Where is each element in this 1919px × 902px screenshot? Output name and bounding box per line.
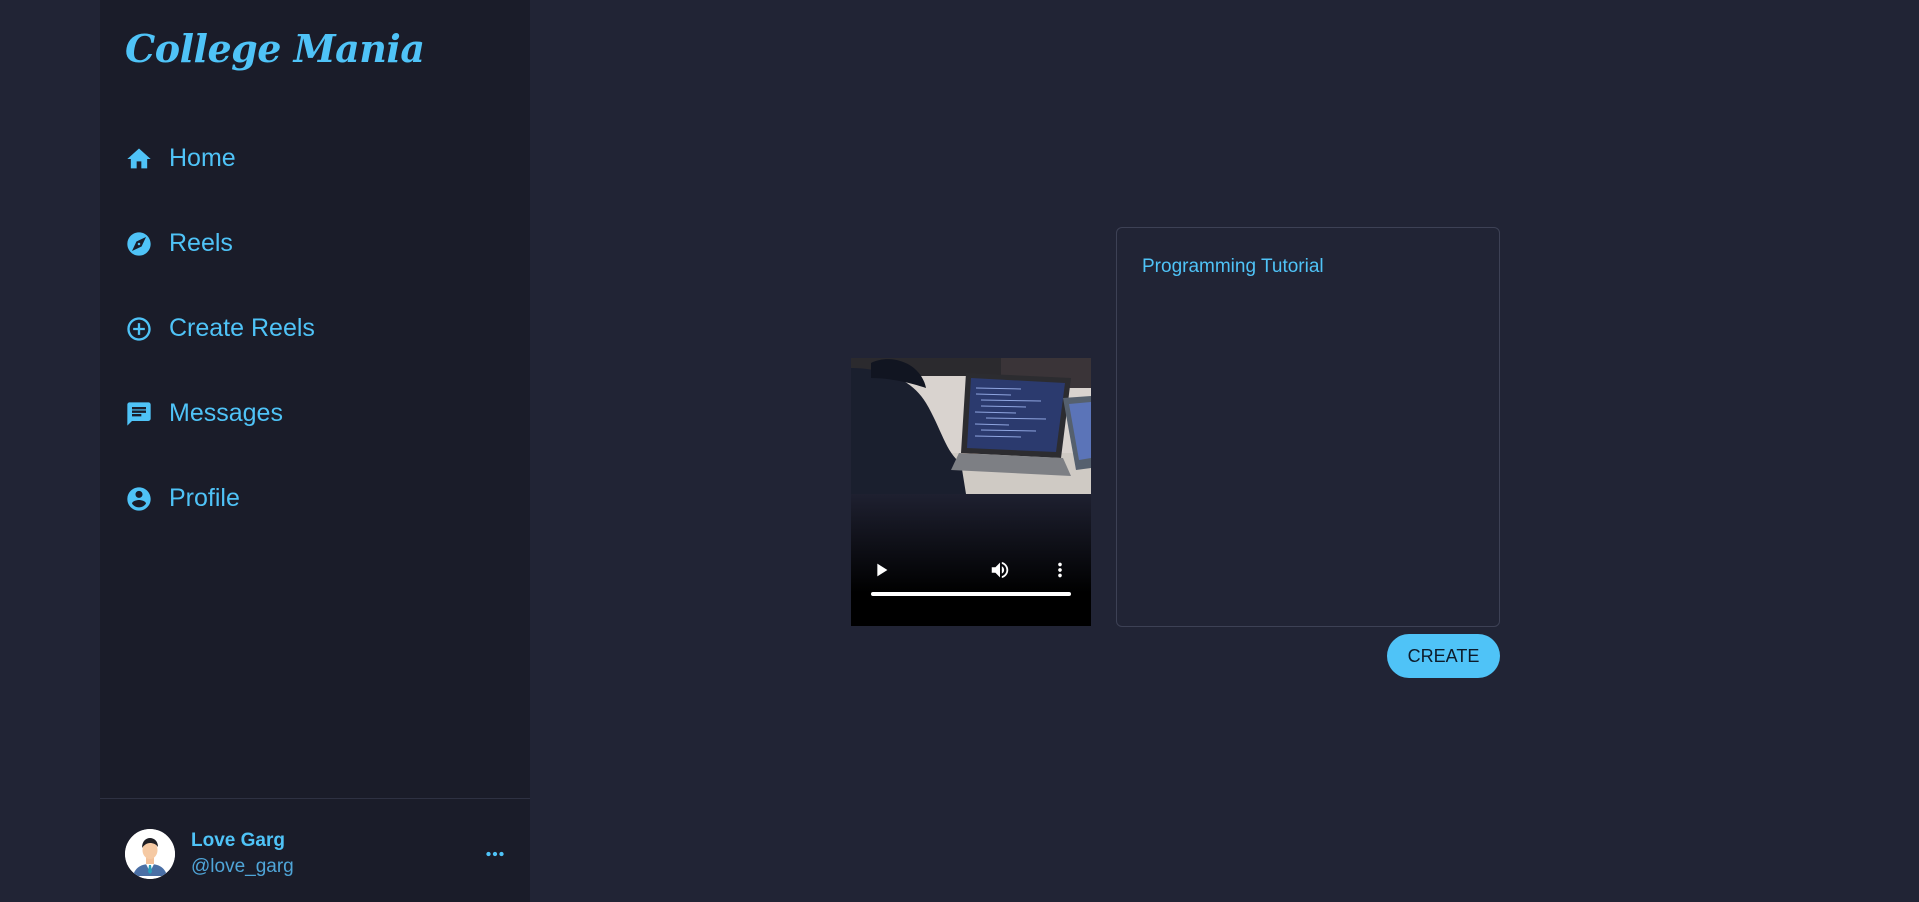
video-progress-bar[interactable] — [871, 592, 1071, 596]
caption-text: Programming Tutorial — [1142, 256, 1324, 277]
sidebar-nav: Home Reels Create Reels Messages Profile — [125, 116, 505, 541]
user-name: Love Garg — [191, 830, 285, 851]
sidebar-item-label: Reels — [169, 229, 233, 257]
compass-icon — [125, 229, 155, 259]
sidebar-item-home[interactable]: Home — [125, 116, 505, 201]
sidebar-item-reels[interactable]: Reels — [125, 201, 505, 286]
volume-button[interactable] — [988, 558, 1012, 582]
message-icon — [125, 399, 155, 429]
play-icon — [877, 563, 888, 577]
sidebar-item-label: Create Reels — [169, 314, 315, 342]
video-thumbnail — [851, 358, 1091, 494]
sidebar-item-label: Messages — [169, 399, 283, 427]
app-logo[interactable]: College Mania — [125, 26, 425, 71]
user-handle: @love_garg — [191, 856, 294, 877]
more-vertical-icon — [1058, 562, 1062, 578]
sidebar-item-label: Home — [169, 144, 236, 172]
add-circle-icon — [125, 314, 155, 344]
video-controls — [851, 494, 1091, 626]
account-circle-icon — [125, 484, 155, 514]
more-horizontal-icon — [486, 851, 504, 857]
sidebar-item-label: Profile — [169, 484, 240, 512]
caption-textarea[interactable]: Programming Tutorial — [1116, 227, 1500, 627]
sidebar-item-messages[interactable]: Messages — [125, 371, 505, 456]
user-text: Love Garg @love_garg — [191, 828, 294, 880]
play-button[interactable] — [869, 558, 893, 582]
sidebar-item-create-reels[interactable]: Create Reels — [125, 286, 505, 371]
sidebar-divider — [100, 798, 530, 799]
home-icon — [125, 144, 155, 174]
video-more-button[interactable] — [1048, 558, 1072, 582]
sidebar-item-profile[interactable]: Profile — [125, 456, 505, 541]
create-button[interactable]: CREATE — [1387, 634, 1500, 678]
video-preview[interactable] — [851, 358, 1091, 626]
user-card[interactable]: Love Garg @love_garg — [125, 828, 510, 880]
more-options-button[interactable] — [480, 839, 510, 869]
volume-icon — [991, 561, 1009, 579]
avatar — [125, 829, 175, 879]
sidebar: College Mania Home Reels Create Reels Me… — [100, 0, 530, 902]
